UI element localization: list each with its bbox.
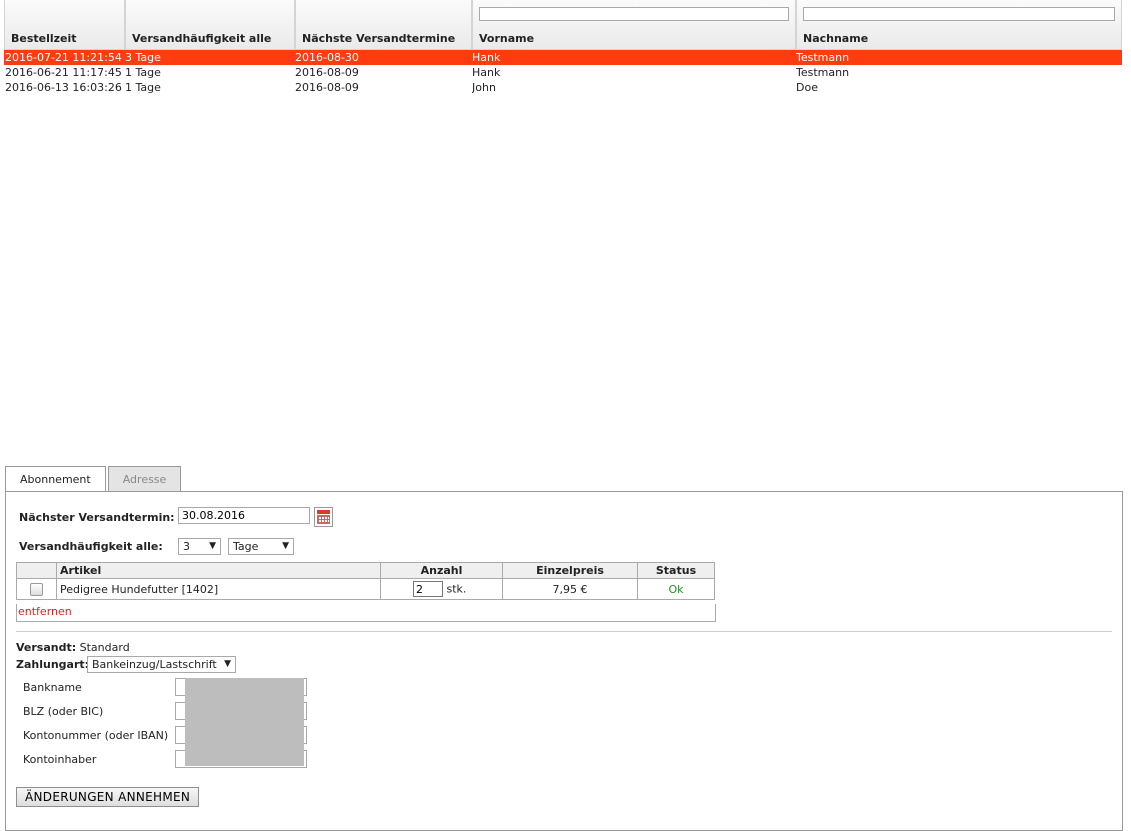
redacted-area (185, 678, 304, 766)
tab-bar: Abonnement Adresse (5, 466, 183, 492)
remove-link[interactable]: entfernen (16, 604, 716, 622)
quantity-input[interactable] (413, 581, 443, 597)
col-einzelpreis: Einzelpreis (502, 562, 638, 579)
submit-changes-button[interactable]: ÄNDERUNGEN ANNEHMEN (16, 787, 200, 807)
cell-vorname: Hank (472, 51, 501, 64)
cell-nachname: Testmann (796, 66, 850, 79)
cell-bestellzeit: 2016-06-21 11:17:45 (5, 66, 122, 79)
qty-unit: stk. (446, 582, 467, 596)
col-bestellzeit[interactable]: Bestellzeit (4, 0, 125, 50)
calendar-icon[interactable] (314, 507, 333, 527)
cell-bestellzeit: 2016-06-13 16:03:26 (5, 81, 122, 94)
zahlung-label: Zahlungart: (16, 658, 90, 671)
cell-bestellzeit: 2016-07-21 11:21:54 (5, 51, 122, 64)
col-nachname[interactable]: Nachname (796, 0, 1122, 50)
status-badge: Ok (637, 578, 715, 600)
freq-unit-select[interactable]: Tage ▼ (228, 538, 294, 555)
orders-grid: Bestellzeit Versandhäufigkeit alle Nächs… (4, 0, 1122, 95)
cell-vorname: Hank (472, 66, 501, 79)
next-date-input[interactable] (178, 507, 310, 524)
freq-value-select[interactable]: 3 ▼ (178, 538, 221, 555)
col-status: Status (637, 562, 715, 579)
filter-nachname-input[interactable] (803, 7, 1115, 21)
item-checkbox[interactable] (30, 582, 43, 596)
item-price: 7,95 € (502, 578, 638, 600)
chevron-down-icon: ▼ (209, 541, 216, 551)
item-artikel: Pedigree Hundefutter [1402] (56, 578, 381, 600)
col-artikel: Artikel (56, 562, 381, 579)
cell-nachname: Testmann (796, 51, 850, 64)
chevron-down-icon: ▼ (282, 541, 289, 551)
subscription-panel: Nächster Versandtermin: Versandhäufigkei… (5, 491, 1123, 831)
col-vorname[interactable]: Vorname (472, 0, 796, 50)
cell-naechste: 2016-08-09 (295, 66, 359, 79)
cell-naechste: 2016-08-09 (295, 81, 359, 94)
versandt-row: Versandt: Standard (16, 641, 130, 654)
versandt-value: Standard (79, 641, 130, 654)
col-select (16, 562, 57, 579)
table-row: Pedigree Hundefutter [1402] stk. 7,95 € … (16, 578, 715, 600)
table-row[interactable]: 2016-07-21 11:21:54 3 Tage 2016-08-30 Ha… (4, 50, 1122, 65)
cell-vorname: John (472, 81, 496, 94)
versandt-label: Versandt: (16, 641, 77, 654)
cell-haeufigkeit: 1 Tage (125, 81, 161, 94)
payment-select[interactable]: Bankeinzug/Lastschrift ▼ (87, 656, 236, 673)
cell-naechste: 2016-08-30 (295, 51, 359, 64)
next-date-label: Nächster Versandtermin: (19, 511, 175, 524)
col-haeufigkeit[interactable]: Versandhäufigkeit alle (125, 0, 295, 50)
cell-haeufigkeit: 3 Tage (125, 51, 161, 64)
items-table: Artikel Anzahl Einzelpreis Status Pedigr… (16, 562, 715, 600)
bankname-label: Bankname (23, 681, 82, 694)
filter-vorname-input[interactable] (479, 7, 789, 21)
cell-nachname: Doe (796, 81, 818, 94)
tab-abonnement[interactable]: Abonnement (5, 466, 106, 492)
kontoinhaber-label: Kontoinhaber (23, 753, 97, 766)
divider (16, 631, 1112, 632)
chevron-down-icon: ▼ (224, 659, 231, 669)
freq-label: Versandhäufigkeit alle: (19, 540, 163, 553)
blz-label: BLZ (oder BIC) (23, 705, 104, 718)
grid-header: Bestellzeit Versandhäufigkeit alle Nächs… (4, 0, 1122, 50)
kontonummer-label: Kontonummer (oder IBAN) (23, 729, 169, 742)
table-row[interactable]: 2016-06-13 16:03:26 1 Tage 2016-08-09 Jo… (4, 80, 1122, 95)
col-anzahl: Anzahl (380, 562, 503, 579)
cell-haeufigkeit: 1 Tage (125, 66, 161, 79)
col-naechste[interactable]: Nächste Versandtermine (295, 0, 472, 50)
table-row[interactable]: 2016-06-21 11:17:45 1 Tage 2016-08-09 Ha… (4, 65, 1122, 80)
tab-adresse[interactable]: Adresse (107, 466, 182, 491)
